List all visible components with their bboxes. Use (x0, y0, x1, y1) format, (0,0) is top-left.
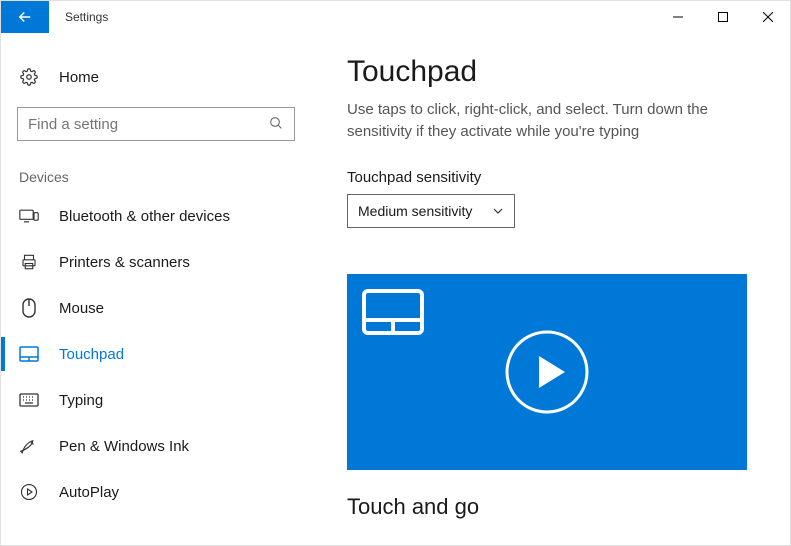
window-title: Settings (49, 1, 108, 33)
dropdown-value: Medium sensitivity (358, 203, 472, 219)
gear-icon (20, 68, 38, 86)
minimize-icon (673, 12, 683, 22)
sidebar-item-label: Typing (59, 392, 103, 409)
sidebar-item-label: AutoPlay (59, 484, 119, 501)
search-box[interactable] (17, 107, 295, 141)
sidebar-item-printers[interactable]: Printers & scanners (1, 239, 311, 285)
sensitivity-label: Touchpad sensitivity (347, 169, 762, 186)
mouse-icon (22, 298, 36, 318)
sidebar-item-typing[interactable]: Typing (1, 377, 311, 423)
page-title: Touchpad (347, 55, 762, 89)
keyboard-icon (19, 393, 39, 407)
sidebar-group-label: Devices (19, 169, 311, 185)
sidebar-item-mouse[interactable]: Mouse (1, 285, 311, 331)
chevron-down-icon (492, 205, 504, 217)
sidebar-item-bluetooth[interactable]: Bluetooth & other devices (1, 193, 311, 239)
sensitivity-dropdown[interactable]: Medium sensitivity (347, 194, 515, 228)
subheading: Touch and go (347, 494, 762, 520)
touchpad-glyph-icon (361, 288, 425, 336)
sidebar-item-label: Printers & scanners (59, 254, 190, 271)
maximize-icon (718, 12, 728, 22)
arrow-left-icon (16, 8, 34, 26)
printer-icon (20, 253, 38, 271)
sidebar-item-label: Touchpad (59, 346, 124, 363)
page-description: Use taps to click, right-click, and sele… (347, 99, 747, 143)
pen-icon (20, 437, 38, 455)
titlebar: Settings (1, 1, 790, 33)
home-label: Home (59, 69, 99, 86)
autoplay-icon (20, 483, 38, 501)
sidebar-item-pen[interactable]: Pen & Windows Ink (1, 423, 311, 469)
search-icon (268, 115, 284, 134)
minimize-button[interactable] (655, 1, 700, 33)
sidebar-item-label: Mouse (59, 300, 104, 317)
sidebar-item-autoplay[interactable]: AutoPlay (1, 469, 311, 515)
back-button[interactable] (1, 1, 49, 33)
sidebar: Home Devices Bluetooth & other devices P… (1, 33, 311, 545)
search-input[interactable] (28, 116, 268, 133)
play-icon (505, 330, 589, 414)
close-icon (763, 12, 773, 22)
maximize-button[interactable] (700, 1, 745, 33)
sidebar-item-label: Pen & Windows Ink (59, 438, 189, 455)
sidebar-item-label: Bluetooth & other devices (59, 208, 230, 225)
sidebar-item-touchpad[interactable]: Touchpad (1, 331, 311, 377)
main-content: Touchpad Use taps to click, right-click,… (311, 33, 790, 545)
touchpad-video-tile[interactable] (347, 274, 747, 470)
home-nav[interactable]: Home (1, 57, 311, 97)
devices-icon (19, 207, 39, 225)
touchpad-icon (19, 346, 39, 362)
close-button[interactable] (745, 1, 790, 33)
